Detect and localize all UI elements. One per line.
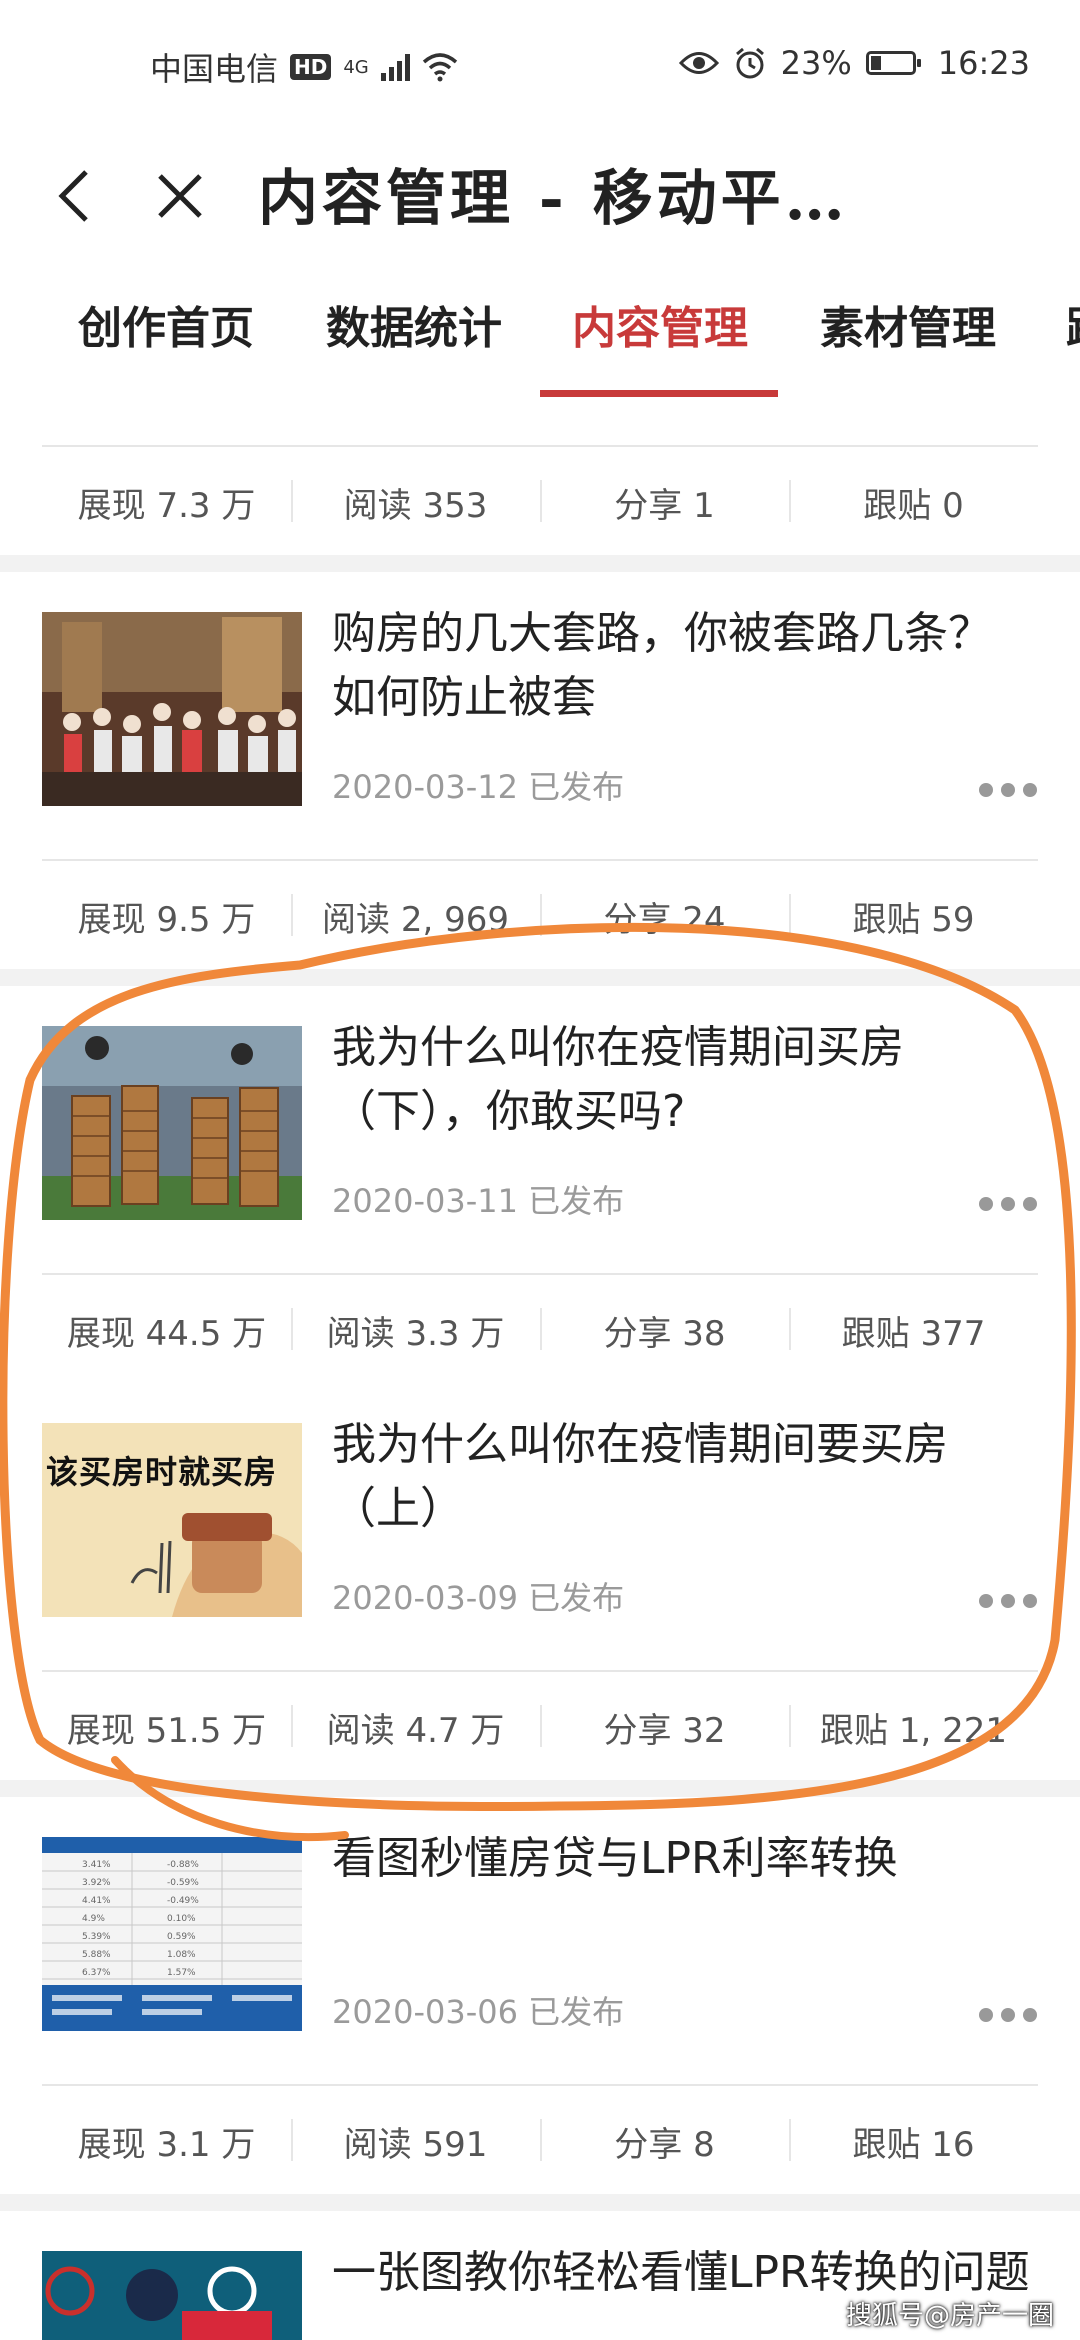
article-thumbnail <box>42 1026 302 1220</box>
wifi-icon <box>422 53 457 82</box>
svg-text:-0.49%: -0.49% <box>167 1896 199 1906</box>
comments-stat: 跟贴 1, 221 <box>789 1703 1038 1752</box>
svg-text:3.41%: 3.41% <box>82 1860 111 1870</box>
shares-stat: 分享 32 <box>540 1703 789 1752</box>
svg-text:5.39%: 5.39% <box>82 1932 111 1942</box>
svg-text:5.88%: 5.88% <box>82 1950 111 1960</box>
stats-row: 展现 7.3 万 阅读 353 分享 1 跟贴 0 <box>42 445 1038 557</box>
hd-icon: HD <box>290 54 332 80</box>
reads-stat: 阅读 2, 969 <box>291 892 540 941</box>
more-options-icon[interactable] <box>978 782 1038 798</box>
comments-stat: 跟贴 16 <box>789 2117 1038 2166</box>
status-right: 23% 16:23 <box>678 44 1030 82</box>
impressions-stat: 展现 3.1 万 <box>77 2124 256 2165</box>
svg-text:0.59%: 0.59% <box>167 1932 196 1942</box>
svg-text:4.9%: 4.9% <box>82 1914 105 1924</box>
battery-icon <box>865 51 921 75</box>
article-card[interactable]: 我为什么叫你在疫情期间买房（下），你敢买吗? 2020-03-11 已发布 展现… <box>0 986 1080 1383</box>
article-title[interactable]: 我为什么叫你在疫情期间要买房（上） <box>332 1413 1032 1541</box>
article-date: 2020-03-09 已发布 <box>332 1579 625 1617</box>
svg-text:1.08%: 1.08% <box>167 1950 196 1960</box>
carrier-name: 中国电信 <box>150 50 279 88</box>
reads-stat: 阅读 4.7 万 <box>291 1703 540 1752</box>
article-thumbnail <box>42 612 302 806</box>
svg-text:-0.88%: -0.88% <box>167 1860 199 1870</box>
article-card[interactable]: 该买房时就买房 我为什么叫你在疫情期间要买房（上） 2020-03-09 已发布… <box>0 1383 1080 1780</box>
article-card[interactable]: 展现 7.3 万 阅读 353 分享 1 跟贴 0 <box>0 400 1080 555</box>
eye-icon <box>678 52 719 74</box>
shares-stat: 分享 8 <box>540 2117 789 2166</box>
svg-text:-0.59%: -0.59% <box>167 1878 199 1888</box>
page-title: 内容管理 - 移动平… <box>258 164 849 234</box>
impressions-stat: 展现 44.5 万 <box>66 1313 267 1354</box>
battery-percent: 23% <box>780 44 852 82</box>
shares-stat: 分享 38 <box>540 1306 789 1355</box>
article-thumbnail: 3.41% 3.92% 4.41% 4.9% 5.39% 5.88% 6.37% -0.88… <box>42 1837 302 2031</box>
reads-stat: 阅读 591 <box>291 2117 540 2166</box>
stats-row: 展现 51.5 万 阅读 4.7 万 分享 32 跟贴 1, 221 <box>42 1670 1038 1782</box>
stats-row: 展现 3.1 万 阅读 591 分享 8 跟贴 16 <box>42 2084 1038 2196</box>
svg-text:4.41%: 4.41% <box>82 1896 111 1906</box>
svg-text:0.10%: 0.10% <box>167 1914 196 1924</box>
tab-follow[interactable]: 跟 <box>1066 292 1080 356</box>
article-date: 2020-03-12 已发布 <box>332 768 625 806</box>
back-arrow-icon[interactable] <box>48 160 108 230</box>
article-card[interactable]: 购房的几大套路，你被套路几条？如何防止被套 2020-03-12 已发布 展现 … <box>0 572 1080 969</box>
tab-bar: 创作首页 数据统计 内容管理 素材管理 跟 <box>0 260 1080 400</box>
shares-stat: 分享 24 <box>540 892 789 941</box>
comments-stat: 跟贴 0 <box>789 478 1038 527</box>
more-options-icon[interactable] <box>978 1196 1038 1212</box>
tab-content-management[interactable]: 内容管理 <box>572 292 748 356</box>
close-icon[interactable] <box>150 160 210 230</box>
clock: 16:23 <box>937 44 1030 82</box>
comments-stat: 跟贴 59 <box>789 892 1038 941</box>
shares-stat: 分享 1 <box>540 478 789 527</box>
article-thumbnail <box>42 2251 302 2340</box>
watermark: 搜狐号@房产一圈 <box>845 2301 1054 2331</box>
active-tab-indicator <box>540 390 778 397</box>
article-title[interactable]: 购房的几大套路，你被套路几条？如何防止被套 <box>332 602 1032 730</box>
article-date: 2020-03-11 已发布 <box>332 1182 625 1220</box>
signal-icon <box>380 53 410 81</box>
article-thumbnail: 该买房时就买房 <box>42 1423 302 1617</box>
article-date: 2020-03-06 已发布 <box>332 1993 625 2031</box>
status-bar: 中国电信 HD 4G 23% 16:23 <box>0 0 1080 130</box>
svg-text:3.92%: 3.92% <box>82 1878 111 1888</box>
impressions-stat: 展现 51.5 万 <box>66 1710 267 1751</box>
reads-stat: 阅读 353 <box>291 478 540 527</box>
tab-material-management[interactable]: 素材管理 <box>820 292 996 356</box>
svg-text:1.57%: 1.57% <box>167 1968 196 1978</box>
article-card[interactable]: 3.41% 3.92% 4.41% 4.9% 5.39% 5.88% 6.37% -0.88… <box>0 1797 1080 2194</box>
alarm-icon <box>735 47 764 79</box>
impressions-stat: 展现 9.5 万 <box>77 899 256 940</box>
more-options-icon[interactable] <box>978 1593 1038 1609</box>
tab-data-statistics[interactable]: 数据统计 <box>326 292 502 356</box>
article-title[interactable]: 看图秒懂房贷与LPR利率转换 <box>332 1827 1032 1891</box>
article-title[interactable]: 我为什么叫你在疫情期间买房（下），你敢买吗? <box>332 1016 1032 1144</box>
network-type: 4G <box>343 56 369 78</box>
title-bar: 内容管理 - 移动平… <box>0 130 1080 260</box>
stats-row: 展现 9.5 万 阅读 2, 969 分享 24 跟贴 59 <box>42 859 1038 971</box>
tab-creation-home[interactable]: 创作首页 <box>78 292 254 356</box>
comments-stat: 跟贴 377 <box>789 1306 1038 1355</box>
thumbnail-caption: 该买房时就买房 <box>46 1453 278 1491</box>
status-left: 中国电信 HD 4G <box>150 44 458 90</box>
stats-row: 展现 44.5 万 阅读 3.3 万 分享 38 跟贴 377 <box>42 1273 1038 1385</box>
impressions-stat: 展现 7.3 万 <box>77 485 256 526</box>
reads-stat: 阅读 3.3 万 <box>291 1306 540 1355</box>
svg-text:6.37%: 6.37% <box>82 1968 111 1978</box>
more-options-icon[interactable] <box>978 2007 1038 2023</box>
